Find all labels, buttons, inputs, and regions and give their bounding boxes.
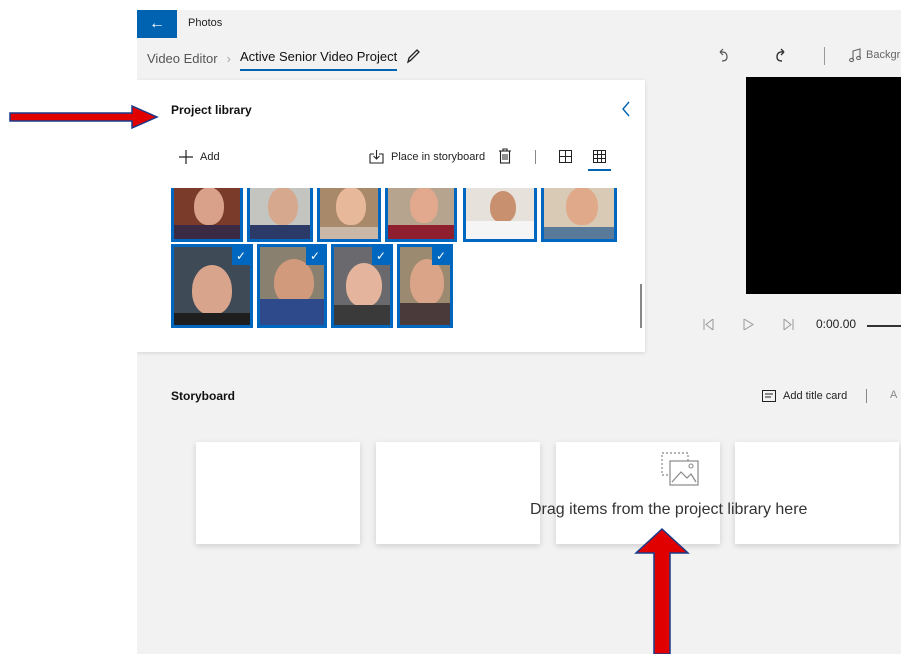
play-icon[interactable] [743, 319, 754, 330]
chevron-right-icon: › [226, 50, 231, 66]
plus-icon [179, 150, 193, 164]
player-controls: 0:00.00 [697, 314, 901, 336]
checkmark-icon[interactable]: ✓ [372, 247, 390, 265]
library-scrollbar[interactable] [640, 284, 642, 328]
storyboard-more-button[interactable]: A [890, 389, 897, 401]
previous-frame-icon[interactable] [703, 319, 714, 330]
project-name[interactable]: Active Senior Video Project [239, 49, 398, 71]
photo-face [192, 265, 232, 315]
photo-face [410, 188, 438, 223]
pencil-icon[interactable] [405, 47, 421, 65]
photo-shirt [260, 299, 324, 325]
add-title-card-button[interactable]: Add title card [762, 388, 847, 404]
library-toolbar-divider [535, 150, 536, 164]
photo-shirt [388, 225, 454, 239]
active-view-indicator [588, 169, 611, 171]
add-button[interactable]: Add [179, 148, 220, 166]
title-card-icon [762, 390, 776, 402]
back-button[interactable]: ← [137, 10, 177, 38]
toolbar-divider [824, 47, 825, 65]
background-music-button[interactable]: Backgr [866, 49, 900, 61]
storyboard-slot[interactable] [376, 442, 540, 544]
storyboard-title: Storyboard [171, 389, 236, 403]
library-photo[interactable] [171, 188, 243, 242]
add-label: Add [200, 151, 220, 163]
seek-bar[interactable] [867, 325, 901, 327]
checkmark-icon[interactable]: ✓ [432, 247, 450, 265]
library-photo[interactable] [385, 188, 457, 242]
place-label: Place in storyboard [391, 151, 486, 163]
music-note-icon[interactable] [849, 48, 861, 63]
breadcrumb-video-editor[interactable]: Video Editor [147, 51, 218, 66]
photo-face [410, 259, 444, 305]
photo-shirt [250, 225, 310, 239]
library-photo[interactable] [247, 188, 313, 242]
photo-shirt [174, 225, 240, 239]
photo-shirt [174, 313, 250, 325]
annotation-arrow-right-icon [9, 104, 159, 130]
photo-shirt [400, 303, 450, 325]
photo-shirt [320, 227, 378, 239]
photo-shirt [334, 305, 390, 325]
library-photo[interactable] [541, 188, 617, 242]
photos-app-window: ← Photos Video Editor › Active Senior Vi… [137, 10, 901, 654]
arrow-left-icon: ← [149, 15, 165, 32]
place-in-storyboard-icon [369, 150, 384, 164]
small-grid-view-icon[interactable] [593, 150, 606, 163]
library-photo[interactable] [317, 188, 381, 242]
project-library-title: Project library [171, 103, 252, 117]
trash-icon[interactable] [499, 148, 511, 164]
library-photo[interactable]: ✓ [397, 244, 453, 328]
photo-face [268, 188, 298, 225]
library-photo[interactable]: ✓ [171, 244, 253, 328]
photo-shirt [544, 227, 614, 239]
photo-shirt [466, 221, 534, 239]
library-photo[interactable]: ✓ [257, 244, 327, 328]
library-photo-grid: ✓ ✓ ✓ ✓ [137, 188, 627, 338]
app-title: Photos [188, 17, 223, 29]
storyboard-drop-hint: Drag items from the project library here [530, 501, 808, 518]
photo-face [336, 188, 366, 225]
photo-face [490, 191, 516, 223]
checkmark-icon[interactable]: ✓ [232, 247, 250, 265]
photos-placeholder-icon [661, 452, 699, 486]
annotation-arrow-up-icon [634, 527, 690, 654]
photo-face [194, 188, 224, 225]
next-frame-icon[interactable] [783, 319, 794, 330]
breadcrumb: Video Editor › Active Senior Video Proje… [147, 46, 398, 71]
library-photo[interactable]: ✓ [331, 244, 393, 328]
photo-face [346, 263, 382, 307]
storyboard-slot[interactable] [735, 442, 899, 544]
place-in-storyboard-button[interactable]: Place in storyboard [369, 148, 485, 166]
redo-icon[interactable] [773, 48, 787, 64]
playback-time: 0:00.00 [816, 317, 857, 331]
title-bar: ← Photos [137, 10, 901, 38]
large-grid-view-icon[interactable] [559, 150, 572, 163]
video-preview[interactable] [746, 77, 901, 294]
project-library-panel: Project library Add Place in storyboard [137, 80, 645, 352]
library-photo[interactable] [463, 188, 537, 242]
chevron-left-icon[interactable] [621, 100, 631, 118]
undo-icon[interactable] [717, 48, 731, 64]
add-title-card-label: Add title card [783, 390, 848, 402]
storyboard-slot[interactable] [196, 442, 360, 544]
photo-face [566, 188, 598, 225]
storyboard-toolbar-divider [866, 389, 867, 403]
checkmark-icon[interactable]: ✓ [306, 247, 324, 265]
